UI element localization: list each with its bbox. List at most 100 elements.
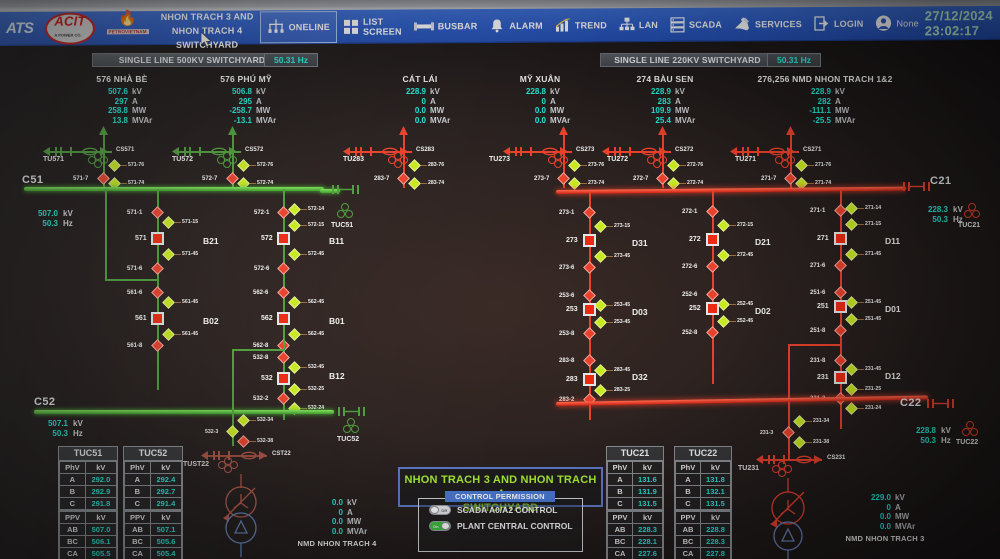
isolator-271-15[interactable] [845,218,858,231]
circuit-breaker-231[interactable] [834,371,847,384]
circuit-breaker-272[interactable] [706,233,719,246]
cs231-symbol [755,454,827,465]
disconnector-273-1[interactable] [583,206,596,219]
disconnector-272-1[interactable] [706,205,719,218]
isolator-271-14[interactable] [845,202,858,215]
disconnector-532-2[interactable] [277,392,290,405]
isolator-572-76[interactable] [237,159,250,172]
isolator-273-45[interactable] [594,250,607,263]
disconnector-252-8[interactable] [706,326,719,339]
busbar-c52-label: C52 [34,396,55,408]
tab-services[interactable]: SERVICES [728,8,808,40]
isolator-561-45-top[interactable] [162,296,175,309]
isolator-231-38[interactable] [793,436,806,449]
tab-trend[interactable]: TREND [549,9,613,41]
disconnector-251-6[interactable] [834,286,847,299]
earth-tick [250,183,256,184]
disconnector-271-6[interactable] [834,259,847,272]
isolator-562-45-top[interactable] [288,296,301,309]
circuit-breaker-251[interactable] [834,300,847,313]
isolator-253-45-bot[interactable] [594,316,607,329]
disconnector-273-6[interactable] [583,261,596,274]
a-value: 0 [851,503,891,513]
circuit-breaker-571[interactable] [151,232,164,245]
isolator-283-45[interactable] [594,364,607,377]
busbar-c51[interactable] [24,187,324,191]
circuit-breaker-572[interactable] [277,232,290,245]
isolator-532-34[interactable] [237,414,250,427]
disconnector-231-3[interactable] [782,426,795,439]
isolator-231-24[interactable] [845,402,858,415]
isolator-572-15[interactable] [288,219,301,232]
isolator-572-45[interactable] [288,248,301,261]
isolator-271-45[interactable] [845,248,858,261]
control-row-plant-central[interactable]: On PLANT CENTRAL CONTROL [429,521,582,531]
tab-busbar[interactable]: BUSBAR [408,10,484,42]
isolator-571-15[interactable] [162,216,175,229]
disconnector-571-1[interactable] [151,206,164,219]
circuit-breaker-562[interactable] [277,312,290,325]
isolator-532-25[interactable] [288,383,301,396]
circuit-breaker-271[interactable] [834,232,847,245]
isolator-283-74[interactable] [408,177,421,190]
isolator-571-45[interactable] [162,248,175,261]
isolator-273-76[interactable] [568,159,581,172]
isolator-231-34[interactable] [793,415,806,428]
scada-control-toggle[interactable]: Off [429,505,451,515]
circuit-breaker-283[interactable] [583,373,596,386]
circuit-breaker-561[interactable] [151,312,164,325]
tab-list-screen[interactable]: LIST SCREEN [337,10,408,42]
disconnector-562-6[interactable] [277,286,290,299]
disconnector-283-8[interactable] [583,354,596,367]
isolator-272-45[interactable] [717,249,730,262]
control-row-scada[interactable]: Off SCADA A0/A2 CONTROL [429,505,582,515]
disconnector-252-6[interactable] [706,288,719,301]
disconnector-561-6[interactable] [151,286,164,299]
disconnector-272-6[interactable] [706,260,719,273]
tab-scada[interactable]: SCADA [664,8,728,40]
login-button[interactable]: LOGIN [808,7,870,39]
busbar-c21[interactable] [556,187,906,194]
plant-central-control-toggle[interactable]: On [429,521,451,531]
disconnector-231-8[interactable] [834,354,847,367]
isolator-562-45-bot[interactable] [288,328,301,341]
disconnector-561-8[interactable] [151,339,164,352]
disconnector-571-6[interactable] [151,262,164,275]
isolator-253-45-top[interactable] [594,299,607,312]
disconnector-271-1[interactable] [834,204,847,217]
tab-lan[interactable]: LAN [613,8,664,40]
isolator-271-76[interactable] [795,159,808,172]
isolator-283-25[interactable] [594,384,607,397]
isolator-251-45-top[interactable] [845,296,858,309]
isolator-273-74[interactable] [568,177,581,190]
tab-alarm[interactable]: ALARM [483,9,549,41]
isolator-272-15[interactable] [717,219,730,232]
circuit-breaker-252[interactable] [706,302,719,315]
isolator-251-45-bot[interactable] [845,313,858,326]
disconnector-572-6[interactable] [277,262,290,275]
isolator-272-76[interactable] [667,159,680,172]
isolator-231-45[interactable] [845,363,858,376]
disconnector-532-3[interactable] [226,425,239,438]
circuit-breaker-273[interactable] [583,234,596,247]
busbar-c52[interactable] [34,410,334,414]
isolator-572-14[interactable] [288,203,301,216]
isolator-273-15[interactable] [594,220,607,233]
isolator-283-76[interactable] [408,159,421,172]
isolator-532-38[interactable] [237,435,250,448]
disconnector-251-8[interactable] [834,324,847,337]
disconnector-532-8[interactable] [277,351,290,364]
isolator-252-45-bot[interactable] [717,315,730,328]
circuit-breaker-253[interactable] [583,303,596,316]
isolator-532-45[interactable] [288,361,301,374]
isolator-561-45-bot[interactable] [162,328,175,341]
disconnector-253-6[interactable] [583,289,596,302]
disconnector-253-8[interactable] [583,327,596,340]
isolator-571-76[interactable] [108,159,121,172]
current-user[interactable]: None [869,7,924,39]
circuit-breaker-532[interactable] [277,372,290,385]
tab-oneline[interactable]: ONELINE [260,10,337,42]
isolator-231-25[interactable] [845,383,858,396]
kv-value: 228.8 [506,87,546,97]
isolator-252-45-top[interactable] [717,298,730,311]
